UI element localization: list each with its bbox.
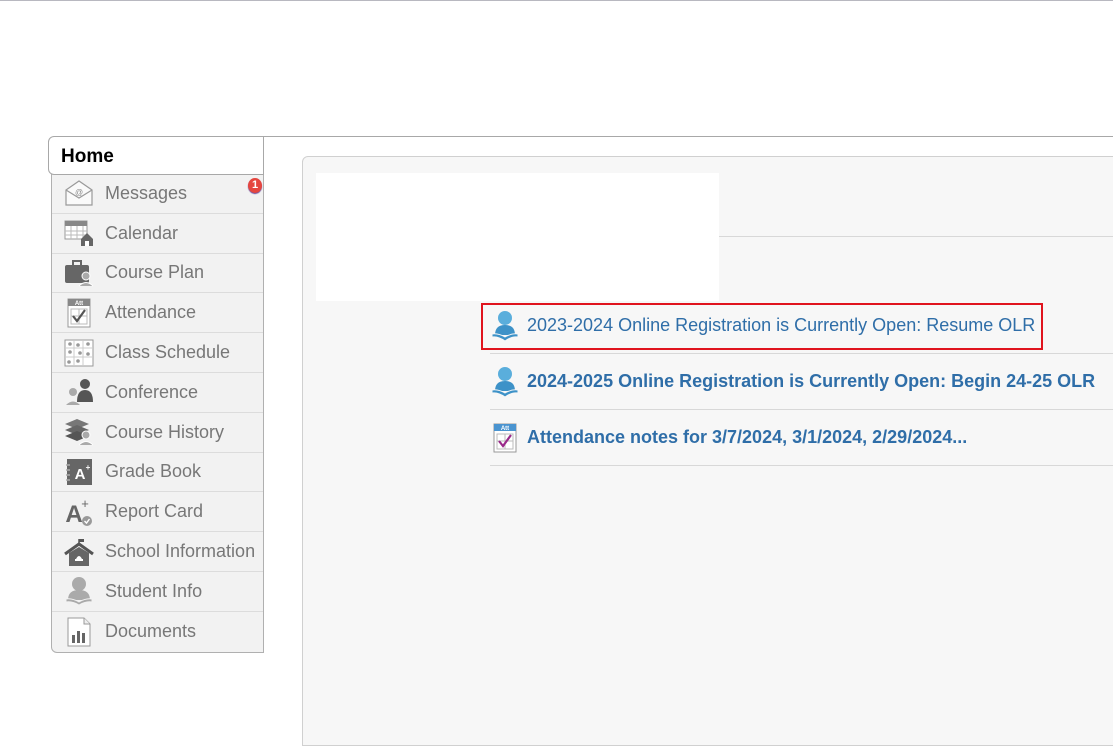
sidebar-item-label: Report Card (105, 501, 204, 522)
svg-text:+: + (81, 497, 89, 511)
report-card-icon: A + (64, 497, 94, 527)
svg-text:Att: Att (75, 301, 83, 307)
tab-home[interactable]: Home (48, 136, 264, 175)
sidebar-item-label: Messages (105, 182, 188, 203)
sidebar-item-label: Student Info (105, 580, 203, 601)
sidebar-item-calendar[interactable]: Calendar (52, 214, 263, 254)
top-border (0, 0, 1113, 1)
tab-bar-rule (262, 136, 1113, 137)
attendance-icon: Att (64, 298, 94, 328)
notification-item: 2023-2024 Online Registration is Current… (490, 298, 1113, 354)
svg-text:A: A (65, 501, 82, 527)
sidebar-item-label: Course History (105, 421, 225, 442)
sidebar-item-label: School Information (105, 541, 256, 562)
student-reading-icon (491, 366, 519, 398)
schedule-grid-icon (64, 338, 94, 368)
notification-link-resume-olr[interactable]: 2023-2024 Online Registration is Current… (527, 315, 1035, 336)
blank-content-area (316, 173, 719, 301)
unread-count-badge: 1 (248, 178, 262, 193)
gradebook-icon: A + (64, 457, 94, 487)
sidebar-item-course-plan[interactable]: Course Plan (52, 254, 263, 294)
sidebar-item-student-info[interactable]: Student Info (52, 572, 263, 612)
sidebar-item-course-history[interactable]: Course History (52, 413, 263, 453)
svg-text:+: + (86, 463, 91, 472)
books-icon (64, 417, 94, 447)
sidebar-item-label: Documents (105, 621, 197, 642)
notification-link-begin-olr[interactable]: 2024-2025 Online Registration is Current… (527, 371, 1095, 392)
sidebar-item-grade-book[interactable]: A + Grade Book (52, 453, 263, 493)
student-reading-icon (491, 310, 519, 342)
sidebar-nav: @ Messages 1 Calendar Course Plan Att At… (51, 174, 264, 653)
sidebar-item-label: Class Schedule (105, 342, 231, 363)
sidebar-item-class-schedule[interactable]: Class Schedule (52, 333, 263, 373)
conference-icon (64, 377, 94, 407)
sidebar-item-documents[interactable]: Documents (52, 612, 263, 652)
notification-item: Att Attendance notes for 3/7/2024, 3/1/2… (490, 410, 1113, 466)
svg-text:@: @ (75, 188, 83, 197)
svg-text:A: A (75, 466, 86, 483)
sidebar-item-attendance[interactable]: Att Attendance (52, 293, 263, 334)
sidebar-item-label: Attendance (105, 302, 197, 323)
document-chart-icon (64, 617, 94, 647)
sidebar-item-label: Calendar (105, 222, 179, 243)
notification-link-attendance-notes[interactable]: Attendance notes for 3/7/2024, 3/1/2024,… (527, 427, 967, 448)
briefcase-icon (64, 258, 94, 288)
sidebar-item-conference[interactable]: Conference (52, 373, 263, 413)
sidebar-item-school-information[interactable]: School Information (52, 532, 263, 572)
notification-list: 2023-2024 Online Registration is Current… (490, 298, 1113, 466)
notification-item: 2024-2025 Online Registration is Current… (490, 354, 1113, 410)
attendance-icon: Att (491, 422, 519, 454)
student-icon (64, 576, 94, 606)
envelope-icon: @ (64, 178, 94, 208)
sidebar-item-messages[interactable]: @ Messages 1 (52, 174, 263, 214)
sidebar-item-label: Conference (105, 381, 199, 402)
sidebar-item-label: Course Plan (105, 262, 205, 283)
calendar-icon (64, 218, 94, 248)
divider (719, 236, 1113, 237)
school-icon (64, 537, 94, 567)
sidebar-item-report-card[interactable]: A + Report Card (52, 492, 263, 533)
svg-text:Att: Att (501, 426, 509, 432)
sidebar-item-label: Grade Book (105, 461, 202, 482)
